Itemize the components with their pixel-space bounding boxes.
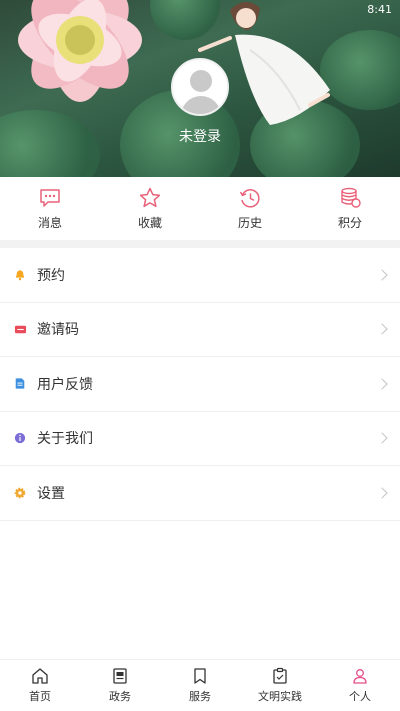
- bookmark-icon: [194, 668, 206, 684]
- settings-menu: 预约 邀请码 用户反馈 关于我们 设置: [0, 248, 400, 521]
- avatar[interactable]: [171, 58, 229, 116]
- chevron-right-icon: [376, 487, 388, 499]
- chevron-right-icon: [376, 323, 388, 335]
- quick-action-history[interactable]: 历史: [200, 177, 300, 240]
- history-icon: [239, 189, 260, 208]
- tab-personal[interactable]: 个人: [320, 660, 400, 711]
- menu-item-about-us[interactable]: 关于我们: [0, 412, 400, 466]
- menu-item-reservation[interactable]: 预约: [0, 248, 400, 303]
- ticket-icon: [13, 322, 27, 336]
- tab-label: 个人: [349, 690, 371, 703]
- bell-icon: [13, 268, 27, 282]
- quick-action-messages[interactable]: 消息: [0, 177, 100, 240]
- feedback-icon: [13, 377, 27, 391]
- chevron-right-icon: [376, 432, 388, 444]
- tab-home[interactable]: 首页: [0, 660, 80, 711]
- tab-label: 政务: [109, 690, 131, 703]
- quick-action-label: 积分: [337, 216, 362, 230]
- lotus-illustration: [18, 0, 142, 102]
- quick-actions-bar: 消息 收藏 历史 积分: [0, 177, 400, 240]
- quick-action-label: 消息: [37, 216, 62, 230]
- tab-label: 首页: [29, 690, 51, 703]
- status-bar-time: 8:41: [367, 3, 392, 16]
- section-divider: [0, 240, 400, 248]
- bottom-tab-bar: 首页 政务 服务 文明实践 个人: [0, 659, 400, 711]
- message-icon: [40, 189, 60, 207]
- quick-action-label: 收藏: [137, 216, 162, 230]
- menu-item-invite-code[interactable]: 邀请码: [0, 303, 400, 357]
- profile-banner: 8:41 未登录: [0, 0, 400, 177]
- quick-action-points[interactable]: 积分: [300, 177, 400, 240]
- tab-label: 文明实践: [258, 690, 302, 703]
- document-icon: [113, 668, 127, 684]
- chevron-right-icon: [376, 378, 388, 390]
- star-icon: [139, 187, 161, 208]
- menu-item-label: 邀请码: [37, 322, 79, 339]
- menu-item-label: 预约: [37, 267, 65, 284]
- menu-item-settings[interactable]: 设置: [0, 466, 400, 521]
- login-status-text[interactable]: 未登录: [0, 126, 400, 146]
- quick-action-label: 历史: [237, 216, 262, 230]
- home-icon: [32, 668, 48, 684]
- clipboard-icon: [273, 667, 287, 684]
- user-placeholder-icon: [190, 70, 212, 92]
- menu-item-label: 用户反馈: [37, 376, 93, 393]
- tab-label: 服务: [189, 690, 211, 703]
- info-icon: [13, 431, 27, 445]
- gear-icon: [13, 486, 27, 500]
- menu-item-feedback[interactable]: 用户反馈: [0, 357, 400, 412]
- quick-action-favorites[interactable]: 收藏: [100, 177, 200, 240]
- tab-services[interactable]: 服务: [160, 660, 240, 711]
- chevron-right-icon: [376, 269, 388, 281]
- menu-item-label: 关于我们: [37, 431, 93, 448]
- tab-civilization-practice[interactable]: 文明实践: [240, 660, 320, 711]
- menu-item-label: 设置: [37, 485, 65, 502]
- tab-government-affairs[interactable]: 政务: [80, 660, 160, 711]
- person-icon: [353, 669, 367, 684]
- coins-icon: [341, 187, 361, 208]
